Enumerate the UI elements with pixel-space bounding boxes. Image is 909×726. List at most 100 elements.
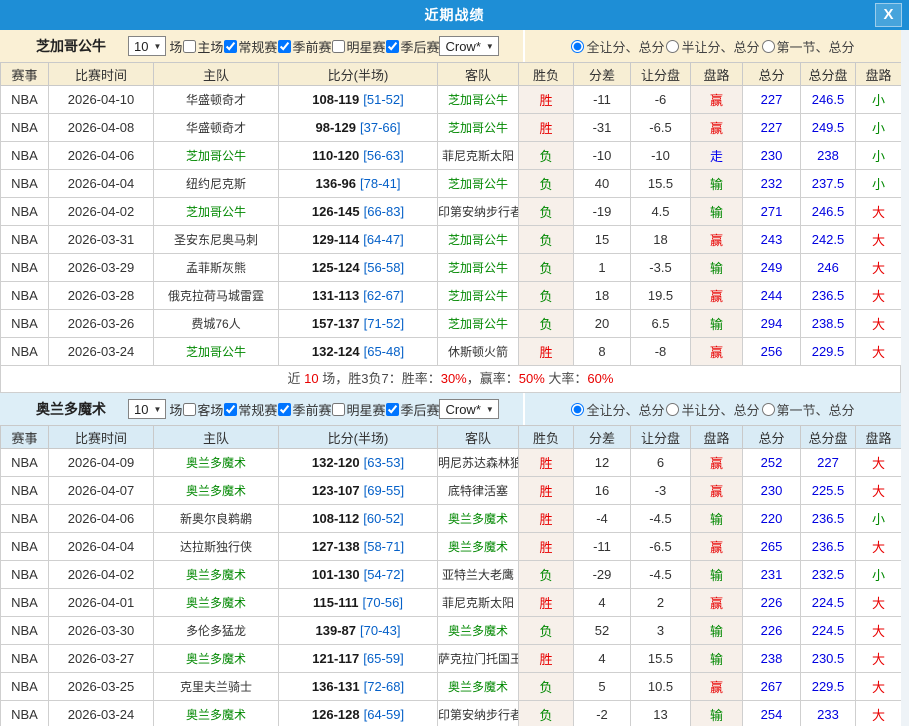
header-cell: 分差 (574, 426, 631, 449)
handicap-result-cell: 赢 (691, 282, 743, 310)
away-team-cell: 亚特兰大老鹰 (438, 561, 519, 589)
point-diff-cell: 8 (574, 338, 631, 366)
total-points-cell: 238 (743, 645, 801, 673)
close-button[interactable]: X (875, 3, 902, 27)
checkbox-group: 客场常规赛季前赛明星赛季后赛 (182, 400, 439, 419)
filter-checkbox-item[interactable]: 主场 (182, 37, 223, 56)
point-diff-cell: -19 (574, 198, 631, 226)
date-cell: 2026-04-09 (49, 449, 154, 477)
filter-checkbox[interactable] (224, 40, 237, 53)
bookmaker-select[interactable]: Crow* ▼ (439, 399, 498, 419)
point-diff-cell: 4 (574, 645, 631, 673)
games-count-select[interactable]: 10 ▼ (128, 36, 166, 56)
final-score: 157-137 (312, 316, 360, 331)
home-team-cell: 芝加哥公牛 (154, 142, 279, 170)
period-radio-item[interactable]: 第一节、总分 (762, 400, 855, 419)
filter-checkbox-label: 常规赛 (238, 400, 277, 419)
filter-checkbox[interactable] (386, 40, 399, 53)
scrollbar-track (901, 30, 909, 726)
handicap-line-cell: 13 (631, 701, 691, 726)
games-suffix-label: 场 (169, 400, 182, 419)
score-cell: 157-137[71-52] (279, 310, 438, 338)
home-team-cell: 奥兰多魔术 (154, 477, 279, 505)
header-cell: 胜负 (519, 63, 574, 86)
total-points-cell: 244 (743, 282, 801, 310)
filter-checkbox[interactable] (386, 403, 399, 416)
handicap-result-cell: 输 (691, 198, 743, 226)
league-cell: NBA (1, 617, 49, 645)
score-cell: 136-96[78-41] (279, 170, 438, 198)
games-count-select[interactable]: 10 ▼ (128, 399, 166, 419)
home-team-cell: 孟菲斯灰熊 (154, 254, 279, 282)
header-cell: 主队 (154, 426, 279, 449)
period-radio[interactable] (571, 40, 584, 53)
over-under-cell: 小 (856, 114, 902, 142)
away-team-cell: 底特律活塞 (438, 477, 519, 505)
over-under-cell: 小 (856, 561, 902, 589)
period-radio-item[interactable]: 全让分、总分 (571, 37, 664, 56)
final-score: 121-117 (312, 651, 359, 666)
close-icon: X (883, 6, 893, 23)
halftime-score: [37-66] (360, 120, 400, 135)
period-radio-item[interactable]: 半让分、总分 (666, 400, 759, 419)
home-team-cell: 俄克拉荷马城雷霆 (154, 282, 279, 310)
header-cell: 主队 (154, 63, 279, 86)
date-cell: 2026-03-26 (49, 310, 154, 338)
period-radio[interactable] (571, 403, 584, 416)
filter-checkbox-item[interactable]: 明星赛 (331, 37, 385, 56)
score-cell: 123-107[69-55] (279, 477, 438, 505)
filter-checkbox[interactable] (278, 40, 291, 53)
total-line-cell: 225.5 (801, 477, 856, 505)
header-cell: 分差 (574, 63, 631, 86)
home-team-cell: 达拉斯独行侠 (154, 533, 279, 561)
handicap-line-cell: -3 (631, 477, 691, 505)
date-cell: 2026-03-28 (49, 282, 154, 310)
period-radio[interactable] (666, 40, 679, 53)
filter-checkbox-item[interactable]: 季后赛 (385, 400, 439, 419)
period-radio-item[interactable]: 半让分、总分 (666, 37, 759, 56)
handicap-result-cell: 赢 (691, 114, 743, 142)
filter-checkbox[interactable] (278, 403, 291, 416)
filter-checkbox[interactable] (332, 403, 345, 416)
checkbox-group: 主场常规赛季前赛明星赛季后赛 (182, 37, 439, 56)
filter-checkbox-item[interactable]: 常规赛 (223, 400, 277, 419)
team-name: 芝加哥公牛 (36, 36, 106, 56)
filter-checkbox[interactable] (183, 403, 196, 416)
table-row: NBA2026-03-28俄克拉荷马城雷霆131-113[62-67]芝加哥公牛… (1, 282, 902, 310)
date-cell: 2026-03-27 (49, 645, 154, 673)
handicap-result-cell: 赢 (691, 226, 743, 254)
header-cell: 客队 (438, 426, 519, 449)
home-team-cell: 圣安东尼奥马刺 (154, 226, 279, 254)
filter-checkbox-item[interactable]: 常规赛 (223, 37, 277, 56)
filter-checkbox[interactable] (183, 40, 196, 53)
period-radio[interactable] (762, 403, 775, 416)
bookmaker-select[interactable]: Crow* ▼ (439, 36, 498, 56)
league-cell: NBA (1, 226, 49, 254)
filter-checkbox[interactable] (224, 403, 237, 416)
over-under-cell: 小 (856, 505, 902, 533)
result-cell: 胜 (519, 86, 574, 114)
filter-checkbox[interactable] (332, 40, 345, 53)
handicap-line-cell: -3.5 (631, 254, 691, 282)
handicap-result-cell: 输 (691, 505, 743, 533)
table-row: NBA2026-03-25克里夫兰骑士136-131[72-68]奥兰多魔术负5… (1, 673, 902, 701)
away-team-cell: 印第安纳步行者 (438, 198, 519, 226)
filter-checkbox-item[interactable]: 季前赛 (277, 37, 331, 56)
period-radio-item[interactable]: 第一节、总分 (762, 37, 855, 56)
period-radio[interactable] (762, 40, 775, 53)
point-diff-cell: -29 (574, 561, 631, 589)
date-cell: 2026-04-06 (49, 142, 154, 170)
period-radio-item[interactable]: 全让分、总分 (571, 400, 664, 419)
home-team-cell: 克里夫兰骑士 (154, 673, 279, 701)
table-row: NBA2026-04-10华盛顿奇才108-119[51-52]芝加哥公牛胜-1… (1, 86, 902, 114)
halftime-score: [56-63] (363, 148, 403, 163)
result-cell: 负 (519, 254, 574, 282)
league-cell: NBA (1, 254, 49, 282)
filter-checkbox-item[interactable]: 明星赛 (331, 400, 385, 419)
modal-titlebar: 近期战绩 X (0, 0, 909, 30)
handicap-line-cell: 2 (631, 589, 691, 617)
filter-checkbox-item[interactable]: 季后赛 (385, 37, 439, 56)
period-radio[interactable] (666, 403, 679, 416)
filter-checkbox-item[interactable]: 季前赛 (277, 400, 331, 419)
filter-checkbox-item[interactable]: 客场 (182, 400, 223, 419)
